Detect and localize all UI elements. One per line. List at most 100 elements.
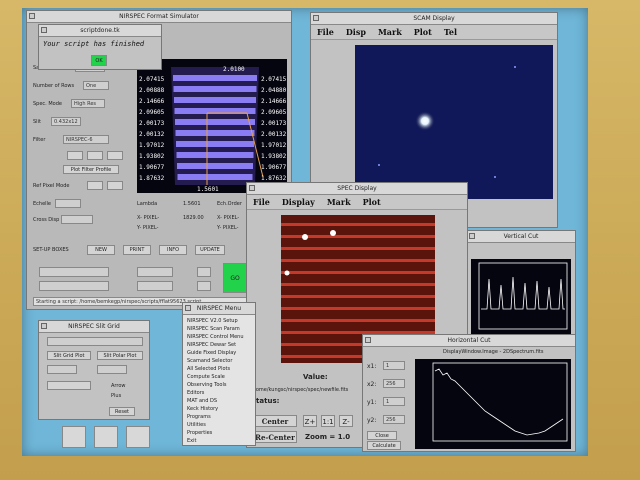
zoom-out-button[interactable]: Z-: [339, 415, 353, 427]
plot-filter-profile-button[interactable]: Plot Filter Profile: [63, 165, 119, 174]
window-menu-icon[interactable]: [41, 323, 47, 329]
window-menu-icon[interactable]: [469, 233, 475, 239]
slit-param-field-2[interactable]: [97, 365, 127, 374]
ref-pixel-button-1[interactable]: [87, 181, 103, 190]
spec-mode-select[interactable]: High Res: [71, 99, 105, 108]
scam-menu-tel[interactable]: Tel: [438, 25, 463, 39]
desktop-icon-3[interactable]: [126, 426, 150, 448]
menu-item[interactable]: Utilities: [187, 421, 251, 429]
spec-titlebar[interactable]: SPEC Display: [247, 183, 467, 195]
menu-item[interactable]: NIRSPEC Scan Param: [187, 325, 251, 333]
scam-titlebar[interactable]: SCAM Display: [311, 13, 557, 25]
ref-pixel-button-2[interactable]: [107, 181, 123, 190]
vertical-cut-titlebar[interactable]: Vertical Cut: [467, 231, 575, 243]
info-button[interactable]: INFO: [159, 245, 187, 255]
spec-menu-display[interactable]: Display: [276, 195, 321, 209]
slit-grid-titlebar[interactable]: NIRSPEC Slit Grid: [39, 321, 149, 333]
menu-item[interactable]: Properties: [187, 429, 251, 437]
spec-menu-file[interactable]: File: [247, 195, 276, 209]
y1-field[interactable]: 1: [383, 397, 405, 406]
menu-item[interactable]: Exit: [187, 437, 251, 445]
zoom-in-button[interactable]: Z+: [303, 415, 317, 427]
go-button[interactable]: GO: [223, 263, 247, 293]
spec-menubar: File Display Mark Plot: [247, 195, 467, 210]
script-done-titlebar[interactable]: scriptdone.tk: [39, 25, 161, 37]
window-menu-icon[interactable]: [249, 185, 255, 191]
slit-polar-plot-button[interactable]: Slit Polar Plot: [97, 351, 143, 360]
close-button[interactable]: Close: [367, 431, 397, 440]
desktop-icon-1[interactable]: [62, 426, 86, 448]
object-field-2[interactable]: [39, 281, 109, 291]
slit-grid-field[interactable]: [47, 337, 143, 346]
slit-select[interactable]: 0.432x12: [51, 117, 81, 126]
reads-field[interactable]: [197, 281, 211, 291]
filter-select[interactable]: NIRSPEC-6: [63, 135, 109, 144]
window-menu-icon[interactable]: [313, 15, 319, 21]
update-button[interactable]: UPDATE: [195, 245, 225, 255]
menu-item[interactable]: Guide Fixed Display: [187, 349, 251, 357]
object-field[interactable]: [39, 267, 109, 277]
vertical-cut-axes: [478, 262, 568, 330]
y2-field[interactable]: 256: [383, 415, 405, 424]
reset-button[interactable]: Reset: [109, 407, 135, 416]
menu-item[interactable]: Observing Tools: [187, 381, 251, 389]
window-menu-icon[interactable]: [41, 27, 47, 33]
menu-item[interactable]: NIRSPEC Control Menu: [187, 333, 251, 341]
scam-menu-file[interactable]: File: [311, 25, 340, 39]
slit-grid-plot-button[interactable]: Slit Grid Plot: [47, 351, 91, 360]
script-done-message: Your script has finished: [43, 40, 145, 48]
spec-order-trace: [281, 319, 435, 322]
mode-button-3[interactable]: [107, 151, 123, 160]
spec-menu-plot[interactable]: Plot: [357, 195, 387, 209]
slit-action-button[interactable]: [47, 381, 91, 390]
window-menu-icon[interactable]: [365, 337, 371, 343]
scam-menu-disp[interactable]: Disp: [340, 25, 372, 39]
menu-item[interactable]: Editors: [187, 389, 251, 397]
menu-item[interactable]: Programs: [187, 413, 251, 421]
echellogram-plot[interactable]: 2.0100 1.5601 2.07415 2.00888 2.14666 2.096…: [137, 59, 287, 193]
spec-menu-mark[interactable]: Mark: [321, 195, 357, 209]
menu-item[interactable]: NIRSPEC Dewar Set: [187, 341, 251, 349]
menu-item[interactable]: Compute Scale: [187, 373, 251, 381]
vertical-cut-plot[interactable]: [471, 259, 571, 335]
ok-button[interactable]: OK: [91, 55, 107, 66]
window-menu-icon[interactable]: [29, 13, 35, 19]
x1-field[interactable]: 1: [383, 361, 405, 370]
horizontal-cut-titlebar[interactable]: Horizontal Cut: [363, 335, 575, 347]
scam-menu-mark[interactable]: Mark: [372, 25, 408, 39]
center-button[interactable]: Center: [253, 415, 297, 427]
menu-item[interactable]: All Selected Plots: [187, 365, 251, 373]
cross-disp-field[interactable]: [61, 215, 93, 224]
menu-item[interactable]: Keck History: [187, 405, 251, 413]
echelle-order-band: [174, 97, 256, 103]
plus-radio-label[interactable]: Plus: [111, 393, 121, 399]
horizontal-cut-plot[interactable]: [415, 359, 571, 449]
number-of-rows-select[interactable]: One: [83, 81, 109, 90]
menu-item[interactable]: NIRSPEC V2.0 Setup: [187, 317, 251, 325]
mode-button-2[interactable]: [87, 151, 103, 160]
scam-star-faint: [378, 164, 380, 166]
calculate-button[interactable]: Calculate: [367, 441, 401, 450]
sampling-field[interactable]: [197, 267, 211, 277]
desktop-icon-2[interactable]: [94, 426, 118, 448]
coadds-field[interactable]: [137, 281, 173, 291]
arrow-radio-label[interactable]: Arrow: [111, 383, 125, 389]
echelle-field[interactable]: [55, 199, 81, 208]
window-menu-icon[interactable]: [185, 305, 191, 311]
menu-titlebar[interactable]: NIRSPEC Menu: [183, 303, 255, 315]
mode-button-1[interactable]: [67, 151, 83, 160]
scam-image[interactable]: [355, 45, 553, 199]
number-of-rows-label: Number of Rows: [33, 83, 75, 89]
slit-param-field-1[interactable]: [47, 365, 77, 374]
x2-field[interactable]: 256: [383, 379, 405, 388]
nirspec-titlebar[interactable]: NIRSPEC Format Simulator: [27, 11, 291, 23]
recenter-button[interactable]: Re-Center: [253, 431, 297, 443]
scam-menu-plot[interactable]: Plot: [408, 25, 438, 39]
right-wavelength-label: 2.14666: [261, 98, 287, 105]
menu-item[interactable]: Scamand Selector: [187, 357, 251, 365]
zoom-1to1-button[interactable]: 1:1: [321, 415, 335, 427]
new-button[interactable]: NEW: [87, 245, 115, 255]
print-button[interactable]: PRINT: [123, 245, 151, 255]
menu-item[interactable]: MAT and DS: [187, 397, 251, 405]
itime-field[interactable]: [137, 267, 173, 277]
